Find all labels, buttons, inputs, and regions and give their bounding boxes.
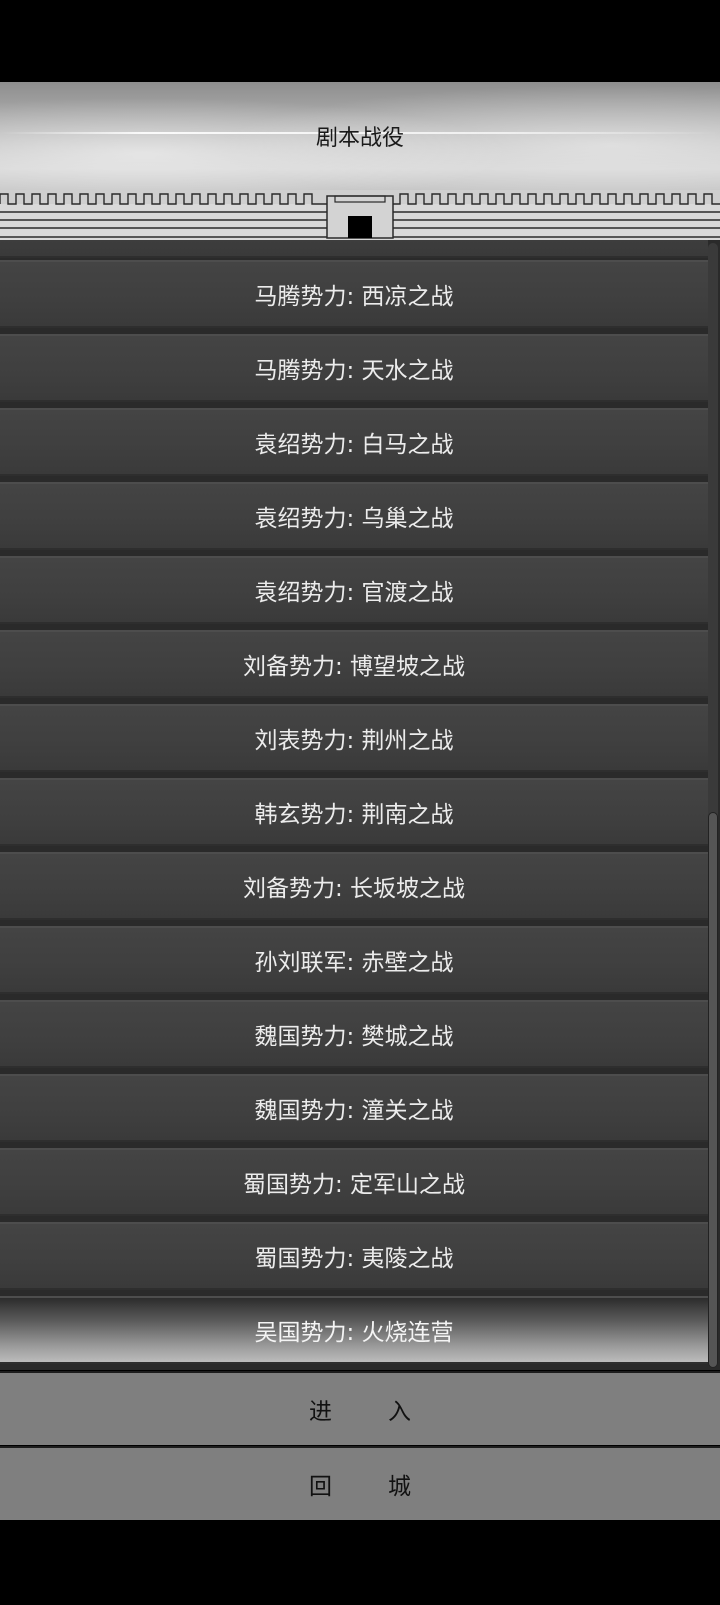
list-item-label: 刘表势力: 荆州之战 <box>254 728 454 754</box>
list-item[interactable] <box>0 240 708 258</box>
enter-button-label-1: 进 <box>309 1399 332 1425</box>
list-item-label: 魏国势力: 潼关之战 <box>254 1098 454 1124</box>
list-item-selected[interactable]: 吴国势力: 火烧连营 <box>0 1296 708 1364</box>
list-item-label: 刘备势力: 博望坡之战 <box>242 654 466 680</box>
list-item-label: 刘备势力: 长坂坡之战 <box>242 876 466 902</box>
enter-button-label-2: 入 <box>388 1399 411 1425</box>
list-item-label: 魏国势力: 樊城之战 <box>254 1024 454 1050</box>
list-item[interactable]: 韩玄势力: 荆南之战 <box>0 778 708 846</box>
list-item[interactable]: 刘表势力: 荆州之战 <box>0 704 708 772</box>
list-item[interactable]: 魏国势力: 潼关之战 <box>0 1074 708 1142</box>
scrollbar-thumb[interactable] <box>708 812 718 1368</box>
return-city-button[interactable]: 回 城 <box>0 1446 720 1520</box>
enter-button[interactable]: 进 入 <box>0 1371 720 1445</box>
list-item[interactable]: 刘备势力: 长坂坡之战 <box>0 852 708 920</box>
list-item-label: 孙刘联军: 赤壁之战 <box>254 950 454 976</box>
list-item[interactable]: 魏国势力: 樊城之战 <box>0 1000 708 1068</box>
return-city-button-label-1: 回 <box>309 1474 332 1500</box>
list-item-label: 袁绍势力: 乌巢之战 <box>254 506 454 532</box>
list-item-label: 蜀国势力: 定军山之战 <box>242 1172 466 1198</box>
list-item-label: 吴国势力: 火烧连营 <box>254 1320 454 1346</box>
list-item[interactable]: 袁绍势力: 乌巢之战 <box>0 482 708 550</box>
list-item-label: 袁绍势力: 官渡之战 <box>254 580 454 606</box>
list-item-label: 袁绍势力: 白马之战 <box>254 432 454 458</box>
list-item[interactable]: 蜀国势力: 夷陵之战 <box>0 1222 708 1290</box>
list-item[interactable]: 袁绍势力: 官渡之战 <box>0 556 708 624</box>
list-item[interactable]: 马腾势力: 天水之战 <box>0 334 708 402</box>
list-item-label: 蜀国势力: 夷陵之战 <box>254 1246 454 1272</box>
list-item[interactable]: 袁绍势力: 白马之战 <box>0 408 708 476</box>
list-item[interactable]: 孙刘联军: 赤壁之战 <box>0 926 708 994</box>
list-item-label: 马腾势力: 西凉之战 <box>254 284 454 310</box>
return-city-button-label-2: 城 <box>388 1474 411 1500</box>
page-title: 剧本战役 <box>315 126 404 151</box>
battle-list[interactable]: 马腾势力: 西凉之战 马腾势力: 天水之战 袁绍势力: 白马之战 袁绍势力: 乌… <box>0 240 720 1370</box>
list-item[interactable]: 蜀国势力: 定军山之战 <box>0 1148 708 1216</box>
city-wall-decoration <box>0 190 720 240</box>
list-item-label: 韩玄势力: 荆南之战 <box>254 802 454 828</box>
list-item[interactable]: 刘备势力: 博望坡之战 <box>0 630 708 698</box>
list-item[interactable]: 马腾势力: 西凉之战 <box>0 260 708 328</box>
list-item-label: 马腾势力: 天水之战 <box>254 358 454 384</box>
